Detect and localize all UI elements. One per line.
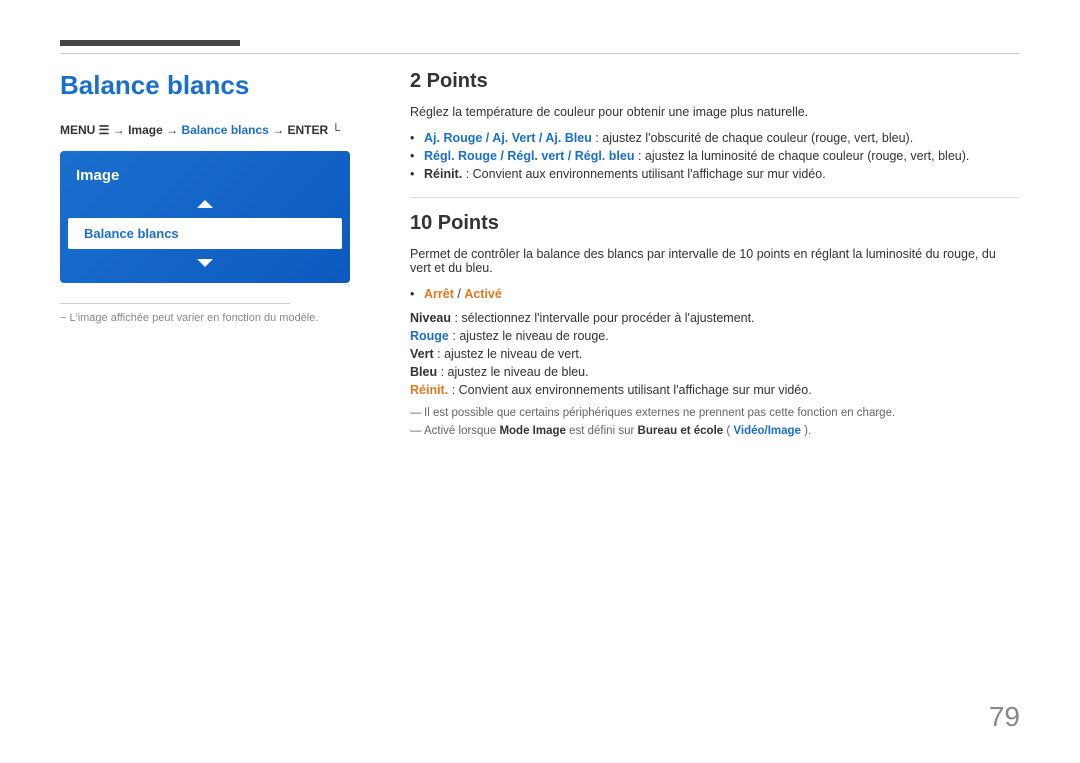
item-rouge-bold: Rouge	[410, 329, 449, 343]
bullet-reinit1-bold: Réinit.	[424, 167, 462, 181]
item-vert: Vert : ajustez le niveau de vert.	[410, 347, 1020, 361]
item-bleu-text: : ajustez le niveau de bleu.	[441, 365, 589, 379]
bullet-aj-text: : ajustez l'obscurité de chaque couleur …	[595, 131, 913, 145]
nav-box-title: Image	[60, 161, 350, 194]
model-note: − L'image affichée peut varier en foncti…	[60, 312, 360, 324]
bullet-regl: Régl. Rouge / Régl. vert / Régl. bleu : …	[410, 147, 1020, 165]
item-vert-text: : ajustez le niveau de vert.	[437, 347, 582, 361]
page-title: Balance blancs	[60, 70, 360, 101]
divider-line	[60, 303, 290, 304]
bullet-reinit1: Réinit. : Convient aux environnements ut…	[410, 165, 1020, 183]
menu-icon: ☰	[99, 123, 113, 137]
note1-text: Il est possible que certains périphériqu…	[424, 407, 895, 419]
item-niveau-text: : sélectionnez l'intervalle pour procéde…	[454, 311, 754, 325]
note2-mode-image: Mode Image	[499, 425, 565, 437]
section2-options: Arrêt / Activé	[410, 285, 1020, 303]
item-rouge-text: : ajustez le niveau de rouge.	[452, 329, 608, 343]
note2-bureau: Bureau et école	[638, 425, 724, 437]
bullet-aj-bold: Aj. Rouge / Aj. Vert / Aj. Bleu	[424, 131, 592, 145]
note2: Activé lorsque Mode Image est défini sur…	[410, 425, 1020, 437]
item-bleu-bold: Bleu	[410, 365, 437, 379]
option-arret: Arrêt	[424, 287, 454, 301]
section2-title: 10 Points	[410, 212, 1020, 235]
bullet-options: Arrêt / Activé	[410, 285, 1020, 303]
item-rouge: Rouge : ajustez le niveau de rouge.	[410, 329, 1020, 343]
section1-title: 2 Points	[410, 70, 1020, 93]
nav-box: Image Balance blancs	[60, 151, 350, 283]
menu-label: MENU	[60, 123, 99, 137]
note2-video-image: Vidéo/Image	[733, 425, 801, 437]
section1-desc: Réglez la température de couleur pour ob…	[410, 105, 1020, 119]
item-reinit2-bold: Réinit.	[410, 383, 448, 397]
menu-balance-blancs: Balance blancs	[181, 123, 268, 137]
top-bar	[60, 40, 240, 46]
nav-up-button[interactable]	[60, 194, 350, 214]
note1: Il est possible que certains périphériqu…	[410, 407, 1020, 419]
item-niveau-bold: Niveau	[410, 311, 451, 325]
note2-close: ).	[804, 425, 811, 437]
note2-text-paren: (	[726, 425, 730, 437]
nav-down-button[interactable]	[60, 253, 350, 273]
section1-bullets: Aj. Rouge / Aj. Vert / Aj. Bleu : ajuste…	[410, 129, 1020, 183]
left-panel: Balance blancs MENU ☰ → Image → Balance …	[60, 60, 360, 324]
menu-path: MENU ☰ → Image → Balance blancs → ENTER …	[60, 123, 360, 137]
item-reinit2: Réinit. : Convient aux environnements ut…	[410, 383, 1020, 397]
item-bleu: Bleu : ajustez le niveau de bleu.	[410, 365, 1020, 379]
section-divider	[410, 197, 1020, 198]
option-active: Activé	[464, 287, 502, 301]
nav-selected-item[interactable]: Balance blancs	[68, 218, 342, 249]
menu-arrow1: → Image →	[113, 123, 182, 137]
page-number: 79	[989, 701, 1020, 733]
bullet-reinit1-text: : Convient aux environnements utilisant …	[466, 167, 826, 181]
bullet-regl-text: : ajustez la luminosité de chaque couleu…	[638, 149, 969, 163]
menu-arrow2: → ENTER └	[272, 123, 340, 137]
item-vert-bold: Vert	[410, 347, 434, 361]
right-panel: 2 Points Réglez la température de couleu…	[410, 60, 1020, 442]
top-line	[60, 53, 1020, 54]
bullet-aj: Aj. Rouge / Aj. Vert / Aj. Bleu : ajuste…	[410, 129, 1020, 147]
item-niveau: Niveau : sélectionnez l'intervalle pour …	[410, 311, 1020, 325]
note2-text-mid: est défini sur	[569, 425, 637, 437]
bullet-regl-bold: Régl. Rouge / Régl. vert / Régl. bleu	[424, 149, 634, 163]
section2-desc: Permet de contrôler la balance des blanc…	[410, 247, 1020, 275]
item-reinit2-text: : Convient aux environnements utilisant …	[452, 383, 812, 397]
note2-text-pre: Activé lorsque	[424, 425, 499, 437]
